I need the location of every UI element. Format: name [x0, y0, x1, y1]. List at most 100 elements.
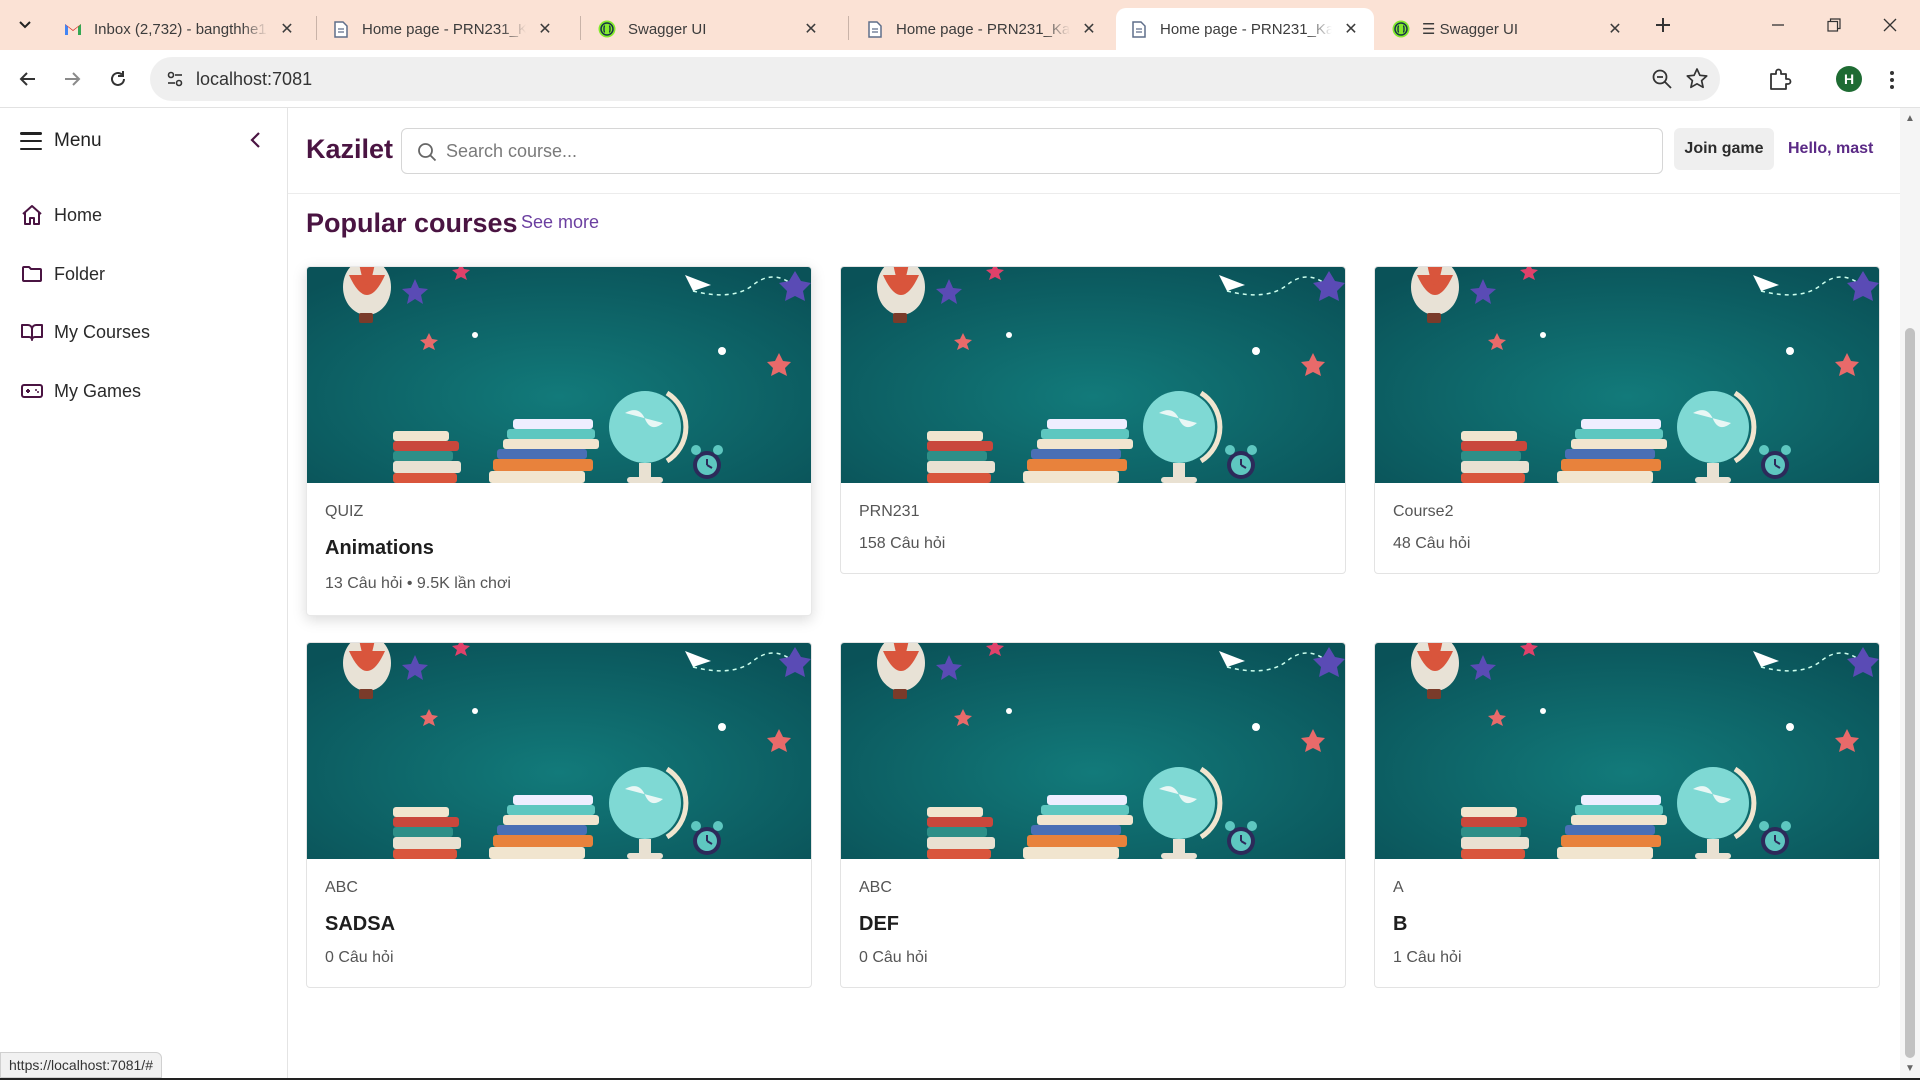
scrollbar-thumb[interactable]: [1905, 328, 1915, 1058]
search-input[interactable]: [446, 137, 1646, 165]
hamburger-icon: [20, 132, 42, 150]
course-card[interactable]: PRN231 158 Câu hỏi: [840, 266, 1346, 574]
tune-icon: [167, 71, 183, 87]
tab-separator: [316, 16, 317, 40]
page-icon: [1130, 20, 1148, 38]
status-url: https://localhost:7081/#: [0, 1052, 162, 1078]
course-thumbnail: [307, 643, 811, 859]
menu-label: Menu: [54, 130, 102, 151]
course-card[interactable]: Course2 48 Câu hỏi: [1374, 266, 1880, 574]
menu-header[interactable]: Menu: [20, 130, 102, 152]
sidebar-item-folder[interactable]: Folder: [20, 262, 105, 286]
minimize-button[interactable]: [1750, 0, 1806, 50]
tab-separator: [580, 16, 581, 40]
tab-title: Inbox (2,732) - bangthhe17: [94, 20, 268, 38]
course-title[interactable]: B: [1393, 913, 1407, 936]
book-icon: [21, 324, 43, 341]
new-tab-button[interactable]: [1648, 10, 1678, 40]
page-scrollbar[interactable]: ▲ ▼: [1900, 108, 1920, 1080]
course-title[interactable]: DEF: [859, 913, 899, 936]
course-card[interactable]: ABC DEF 0 Câu hỏi: [840, 642, 1346, 988]
home-icon: [22, 205, 42, 225]
page-icon: [332, 20, 350, 38]
course-category: QUIZ: [325, 503, 364, 520]
close-icon[interactable]: ✕: [1342, 20, 1360, 38]
plus-icon: [1656, 18, 1670, 32]
arrow-left-icon: [19, 72, 35, 86]
search-box[interactable]: [401, 128, 1663, 174]
swagger-icon: [598, 20, 616, 38]
reload-icon: [111, 71, 125, 86]
minimize-icon: [1772, 24, 1784, 26]
search-icon: [418, 143, 437, 162]
section-title: Popular courses: [306, 208, 518, 238]
zoom-button[interactable]: [1650, 67, 1674, 91]
extensions-button[interactable]: [1766, 65, 1796, 95]
course-title[interactable]: SADSA: [325, 913, 395, 936]
close-icon[interactable]: ✕: [802, 20, 820, 38]
browser-toolbar: localhost:7081 H: [0, 50, 1920, 108]
back-button[interactable]: [12, 63, 44, 95]
close-icon[interactable]: ✕: [1606, 20, 1624, 38]
tab-title: Home page - PRN231_Kazilet: [362, 20, 526, 38]
forward-button[interactable]: [56, 63, 88, 95]
folder-icon: [22, 266, 42, 282]
browser-tab-2[interactable]: Swagger UI ✕: [584, 8, 834, 50]
tab-title: ☰ Swagger UI: [1422, 21, 1518, 38]
sidebar-item-label: Folder: [54, 263, 106, 284]
gmail-icon: [64, 20, 82, 38]
browser-tab-5[interactable]: ☰ Swagger UI ✕: [1378, 8, 1638, 50]
sidebar-item-my-games[interactable]: My Games: [20, 379, 141, 403]
sidebar-item-label: My Games: [54, 380, 142, 401]
browser-tab-0[interactable]: Inbox (2,732) - bangthhe17 ✕: [50, 8, 310, 50]
brand-logo[interactable]: Kazilet: [306, 134, 393, 165]
close-icon[interactable]: ✕: [1080, 20, 1098, 38]
collapse-sidebar-button[interactable]: [244, 128, 268, 152]
course-thumbnail: [1375, 267, 1879, 483]
tab-title: Swagger UI: [628, 20, 707, 38]
browser-tab-4-active[interactable]: Home page - PRN231_Kazilet ✕: [1116, 8, 1374, 50]
course-meta: 0 Câu hỏi: [859, 949, 928, 966]
browser-tab-1[interactable]: Home page - PRN231_Kazilet ✕: [318, 8, 568, 50]
sidebar-item-label: My Courses: [54, 321, 151, 342]
tab-search-button[interactable]: [10, 9, 40, 39]
close-window-button[interactable]: [1862, 0, 1918, 50]
site-info-button[interactable]: [160, 64, 190, 94]
course-category: A: [1393, 879, 1404, 896]
close-icon[interactable]: ✕: [278, 20, 296, 38]
course-thumbnail: [307, 267, 811, 483]
main-content: Kazilet Join game Hello, mast Popular co…: [288, 108, 1900, 1080]
sidebar-item-my-courses[interactable]: My Courses: [20, 320, 150, 344]
app-header: Kazilet Join game Hello, mast: [288, 108, 1900, 194]
profile-avatar[interactable]: H: [1836, 66, 1862, 92]
browser-menu-button[interactable]: [1882, 65, 1902, 95]
browser-tab-3[interactable]: Home page - PRN231_Kazilet ✕: [852, 8, 1112, 50]
sidebar-item-home[interactable]: Home: [20, 203, 102, 227]
course-meta: 13 Câu hỏi • 9.5K lần chơi: [325, 575, 511, 592]
course-title[interactable]: Animations: [325, 537, 434, 560]
sidebar: Menu Home Folder My Courses My Games: [0, 108, 288, 1080]
close-icon[interactable]: ✕: [536, 20, 554, 38]
course-category: ABC: [325, 879, 358, 896]
course-card[interactable]: AB 1 Câu hỏi: [1374, 642, 1880, 988]
course-card[interactable]: ABC SADSA 0 Câu hỏi: [306, 642, 812, 988]
url-text[interactable]: localhost:7081: [196, 69, 312, 90]
join-game-button[interactable]: Join game: [1674, 128, 1774, 170]
close-icon: [1883, 18, 1897, 32]
tab-separator: [848, 16, 849, 40]
bookmark-button[interactable]: [1684, 66, 1710, 92]
zoom-out-icon: [1652, 69, 1672, 89]
user-greeting[interactable]: Hello, mast: [1788, 140, 1873, 158]
tab-title: Home page - PRN231_Kazilet: [896, 20, 1070, 38]
scroll-up-icon[interactable]: ▲: [1905, 114, 1915, 124]
course-card[interactable]: QUIZ Animations 13 Câu hỏi • 9.5K lần chơi: [306, 266, 812, 616]
restore-button[interactable]: [1806, 0, 1862, 50]
course-meta: 48 Câu hỏi: [1393, 535, 1471, 552]
course-category: ABC: [859, 879, 892, 896]
page-icon: [866, 20, 884, 38]
reload-button[interactable]: [102, 63, 134, 95]
scroll-down-icon[interactable]: ▼: [1905, 1064, 1915, 1074]
course-thumbnail: [1375, 643, 1879, 859]
address-bar[interactable]: localhost:7081: [150, 57, 1720, 101]
see-more-link[interactable]: See more: [521, 212, 599, 233]
